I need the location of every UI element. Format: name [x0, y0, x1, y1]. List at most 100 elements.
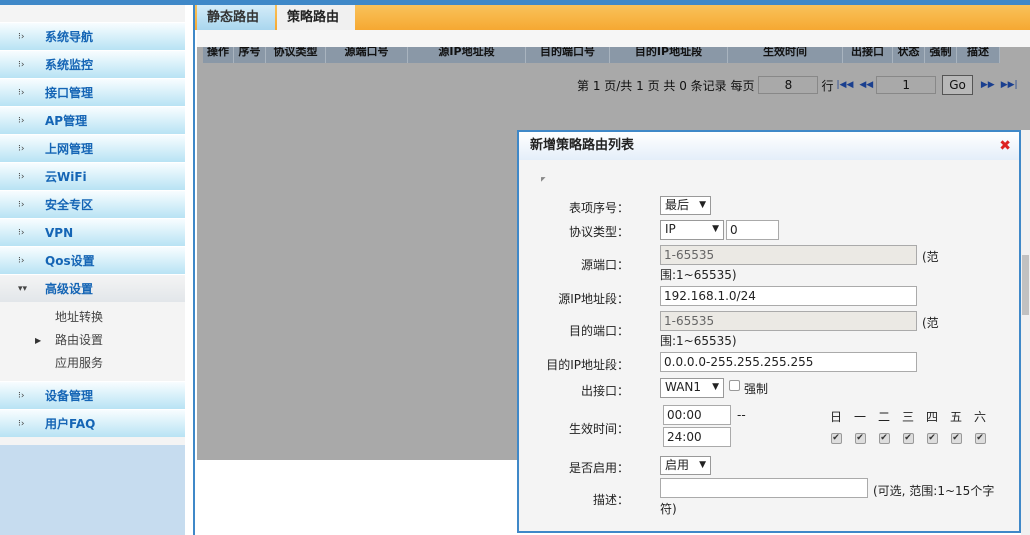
- sidebar-item-label: VPN: [45, 225, 74, 240]
- expand-right-icon: ⁝›: [18, 255, 25, 266]
- index-label: 表项序号：: [568, 201, 629, 215]
- expand-right-icon: ⁝›: [18, 390, 25, 401]
- expand-right-icon: ⁝›: [18, 31, 25, 42]
- weekday-label: 五: [949, 410, 962, 424]
- tab-static-route[interactable]: 静态路由: [197, 5, 275, 30]
- weekday-checkbox[interactable]: ✔: [830, 433, 842, 444]
- weekday-checkbox[interactable]: ✔: [854, 433, 866, 444]
- sip-label: 源IP地址段：: [558, 292, 629, 306]
- rows-label: 行: [821, 78, 834, 93]
- desc-label: 描述：: [592, 493, 629, 507]
- sidebar-item-label: 高级设置: [45, 282, 94, 296]
- column-header: 操作: [203, 47, 234, 63]
- desc-note: (可选, 范围:1~15个字: [873, 484, 995, 498]
- page-input[interactable]: 1: [876, 76, 937, 94]
- submenu-item[interactable]: 地址转换: [0, 306, 185, 329]
- next-page-icon[interactable]: ▶▶: [981, 80, 995, 90]
- first-page-icon[interactable]: |◀◀: [836, 80, 853, 90]
- sidebar-item[interactable]: ⁝› VPN: [0, 218, 185, 246]
- sidebar-item[interactable]: ⁝› Qos设置: [0, 246, 185, 274]
- dip-input[interactable]: 0.0.0.0-255.255.255.255: [660, 352, 917, 372]
- weekday-checkbox[interactable]: ✔: [878, 433, 890, 444]
- sidebar-item[interactable]: ⁝› 系统监控: [0, 50, 185, 78]
- column-header: 目的IP地址段: [610, 47, 728, 63]
- prev-page-icon[interactable]: ◀◀: [859, 80, 873, 90]
- column-header: 源端口号: [326, 47, 408, 63]
- sidebar-item-label: 云WiFi: [45, 170, 87, 184]
- column-header: 出接口: [843, 47, 893, 63]
- time-start-input[interactable]: 00:00: [663, 405, 731, 425]
- scrollbar-thumb[interactable]: [1022, 255, 1029, 315]
- weekday: 三 ✔: [896, 408, 920, 444]
- proto-number-input[interactable]: 0: [726, 220, 779, 240]
- corner-mark-icon: ◤: [541, 176, 546, 183]
- sidebar-item[interactable]: ⁝› AP管理: [0, 106, 185, 134]
- weekday-checkbox[interactable]: ✔: [974, 433, 986, 444]
- expand-right-icon: ⁝›: [18, 171, 25, 182]
- proto-label: 协议类型：: [568, 225, 629, 239]
- sidebar-item[interactable]: ⁝› 设备管理: [0, 381, 185, 409]
- force-checkbox[interactable]: [729, 380, 740, 391]
- tab-policy-route[interactable]: 策略路由: [277, 5, 355, 30]
- submenu-item-label: 应用服务: [55, 356, 104, 370]
- desc-input[interactable]: [660, 478, 868, 498]
- sport-input[interactable]: 1-65535: [660, 245, 917, 265]
- sidebar-item-label: 系统监控: [45, 58, 94, 72]
- sidebar-item-label: 设备管理: [45, 389, 94, 403]
- column-header: 生效时间: [728, 47, 843, 63]
- column-header: 源IP地址段: [408, 47, 526, 63]
- add-policy-route-dialog: 新增策略路由列表 ✖ ◤ 表项序号： 最后 ▼ 协议类型： IP ▼ 0 源端口： 1…: [517, 130, 1021, 533]
- table-header: 操作 序号 协议类型 源端口号 源IP地址段 目的端口号 目的IP地址段 生效时间 出接口 状态强…: [203, 47, 1000, 63]
- enable-select[interactable]: 启用 ▼: [660, 456, 711, 475]
- chevron-down-icon: ▼: [712, 382, 719, 392]
- index-value: 最后: [665, 198, 690, 212]
- sport-note-2: 围:1~65535): [660, 268, 737, 282]
- submenu-item[interactable]: ▶ 路由设置: [0, 329, 185, 352]
- dip-label: 目的IP地址段：: [546, 358, 629, 372]
- go-button[interactable]: Go: [942, 75, 973, 95]
- column-header: 描述: [957, 47, 1000, 63]
- proto-value: IP: [665, 222, 676, 236]
- weekday-label: 四: [925, 410, 938, 424]
- weekday-label: 二: [877, 410, 890, 424]
- sidebar-item[interactable]: ⁝› 云WiFi: [0, 162, 185, 190]
- sidebar-item[interactable]: ⁝› 安全专区: [0, 190, 185, 218]
- expand-right-icon: ⁝›: [18, 227, 25, 238]
- weekday-label: 六: [973, 410, 986, 424]
- proto-select[interactable]: IP ▼: [660, 220, 724, 240]
- sidebar-item[interactable]: ⁝› 上网管理: [0, 134, 185, 162]
- sidebar-item[interactable]: ▾▾ 高级设置: [0, 274, 185, 302]
- weekday: 五 ✔: [944, 408, 968, 444]
- sidebar-item[interactable]: ⁝› 系统导航: [0, 22, 185, 50]
- sidebar: ⁝› 系统导航 ⁝› 系统监控 ⁝› 接口管理 ⁝› AP管理 ⁝› 上网管理 ⁝› 云WiFi ⁝› 安…: [0, 5, 185, 535]
- expand-right-icon: ⁝›: [18, 87, 25, 98]
- page-info: 第 1 页/共 1 页 共 0 条记录 每页: [577, 78, 755, 93]
- sidebar-item-label: AP管理: [45, 114, 88, 128]
- submenu: 地址转换 ▶ 路由设置应用服务: [0, 302, 185, 381]
- out-interface-select[interactable]: WAN1 ▼: [660, 378, 724, 398]
- sport-label: 源端口：: [580, 258, 629, 272]
- scrollbar[interactable]: [1021, 130, 1030, 535]
- weekday-selector: 日 ✔ 一 ✔ 二 ✔ 三 ✔ 四 ✔ 五 ✔ 六 ✔: [824, 408, 992, 444]
- weekday-checkbox[interactable]: ✔: [926, 433, 938, 444]
- time-end-input[interactable]: 24:00: [663, 427, 731, 447]
- sip-input[interactable]: 192.168.1.0/24: [660, 286, 917, 306]
- weekday-checkbox[interactable]: ✔: [902, 433, 914, 444]
- column-header: 协议类型: [266, 47, 326, 63]
- pagination: 第 1 页/共 1 页 共 0 条记录 每页 8 行 |◀◀ ◀◀ 1 Go ▶…: [577, 75, 1021, 95]
- index-select[interactable]: 最后 ▼: [660, 196, 711, 215]
- close-icon[interactable]: ✖: [999, 132, 1011, 160]
- expand-right-icon: ⁝›: [18, 418, 25, 429]
- weekday-label: 日: [829, 410, 842, 424]
- sidebar-item[interactable]: ⁝› 接口管理: [0, 78, 185, 106]
- dport-input[interactable]: 1-65535: [660, 311, 917, 331]
- per-page-input[interactable]: 8: [758, 76, 819, 94]
- sidebar-item[interactable]: ⁝› 用户FAQ: [0, 409, 185, 437]
- submenu-item[interactable]: 应用服务: [0, 352, 185, 375]
- sidebar-item-label: Qos设置: [45, 254, 95, 268]
- arrow-right-icon: ▶: [35, 336, 42, 345]
- tab-bar: 静态路由 策略路由: [195, 5, 1030, 30]
- weekday-checkbox[interactable]: ✔: [950, 433, 962, 444]
- last-page-icon[interactable]: ▶▶|: [1001, 80, 1018, 90]
- chevron-down-icon: ▼: [699, 200, 706, 210]
